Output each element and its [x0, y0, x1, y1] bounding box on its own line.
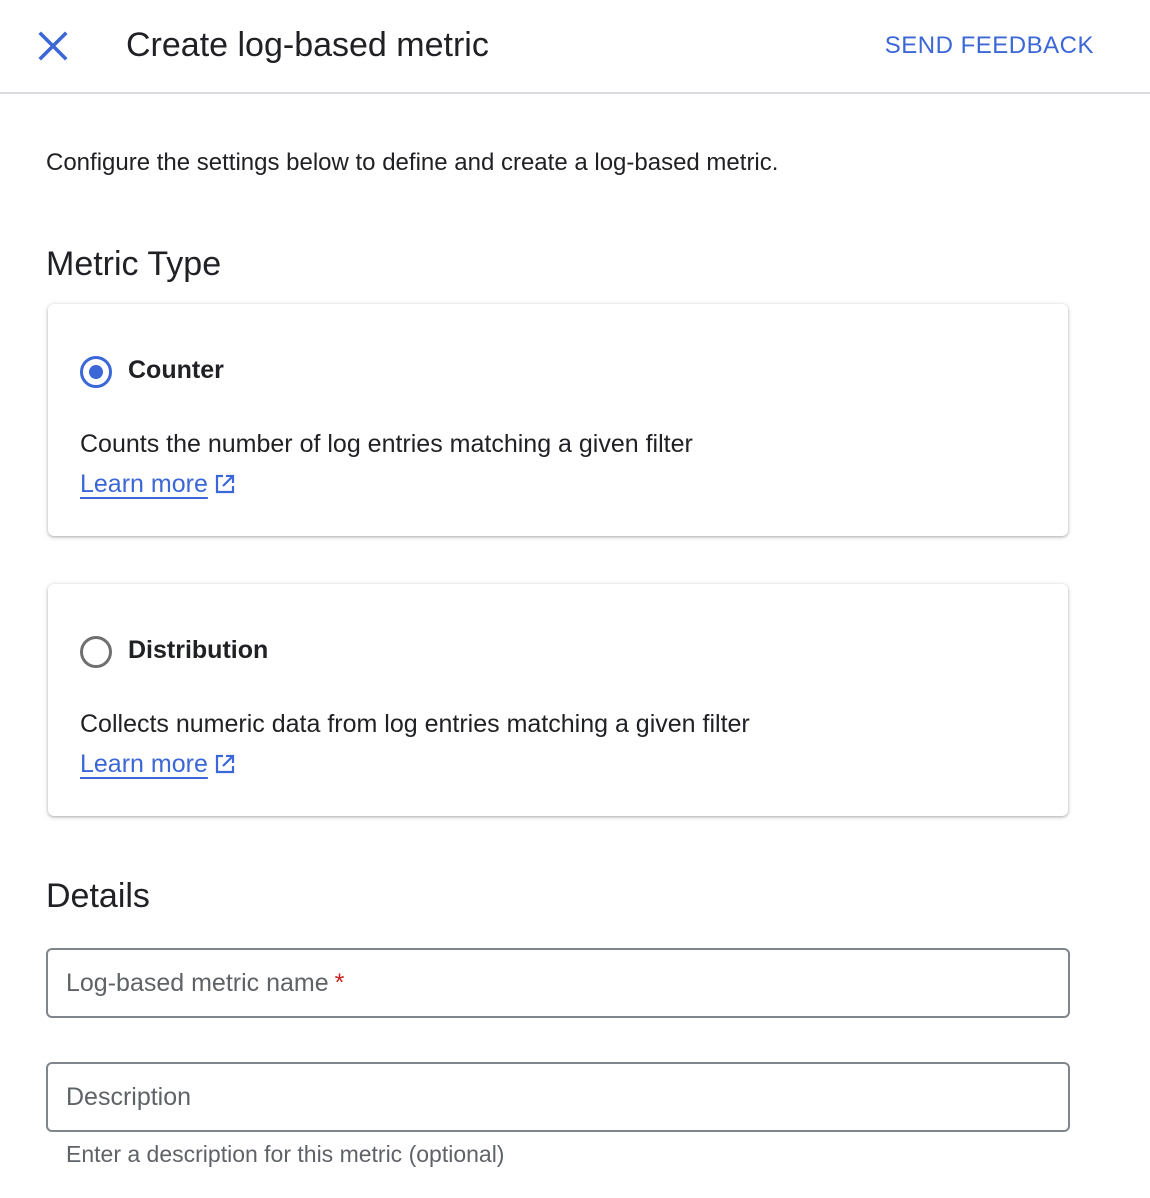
close-button[interactable] — [30, 25, 76, 67]
description-label: Description — [66, 1083, 192, 1111]
metric-name-field[interactable]: Log-based metric name * — [46, 948, 1070, 1018]
learn-more-label: Learn more — [80, 750, 208, 778]
close-icon — [38, 31, 68, 61]
learn-more-label: Learn more — [80, 470, 208, 498]
distribution-learn-more-link[interactable]: Learn more — [80, 746, 236, 782]
send-feedback-button[interactable]: SEND FEEDBACK — [885, 28, 1094, 64]
distribution-description: Collects numeric data from log entries m… — [80, 710, 750, 738]
required-asterisk: * — [334, 969, 345, 997]
counter-description: Counts the number of log entries matchin… — [80, 430, 693, 458]
counter-option-card[interactable]: Counter Counts the number of log entries… — [48, 304, 1068, 536]
open-in-new-icon — [214, 753, 236, 775]
details-heading: Details — [46, 877, 150, 915]
metric-name-label: Log-based metric name * — [66, 969, 345, 997]
counter-label: Counter — [128, 356, 224, 384]
open-in-new-icon — [214, 473, 236, 495]
distribution-option-card[interactable]: Distribution Collects numeric data from … — [48, 584, 1068, 816]
description-hint: Enter a description for this metric (opt… — [66, 1141, 505, 1167]
counter-learn-more-link[interactable]: Learn more — [80, 466, 236, 502]
description-field[interactable]: Description — [46, 1062, 1070, 1132]
page-title: Create log-based metric — [126, 26, 489, 64]
distribution-label: Distribution — [128, 636, 269, 664]
intro-text: Configure the settings below to define a… — [46, 149, 779, 176]
distribution-radio[interactable] — [80, 636, 112, 668]
counter-radio[interactable] — [80, 356, 112, 388]
metric-type-heading: Metric Type — [46, 245, 222, 283]
dialog-header: Create log-based metric SEND FEEDBACK — [0, 0, 1150, 94]
